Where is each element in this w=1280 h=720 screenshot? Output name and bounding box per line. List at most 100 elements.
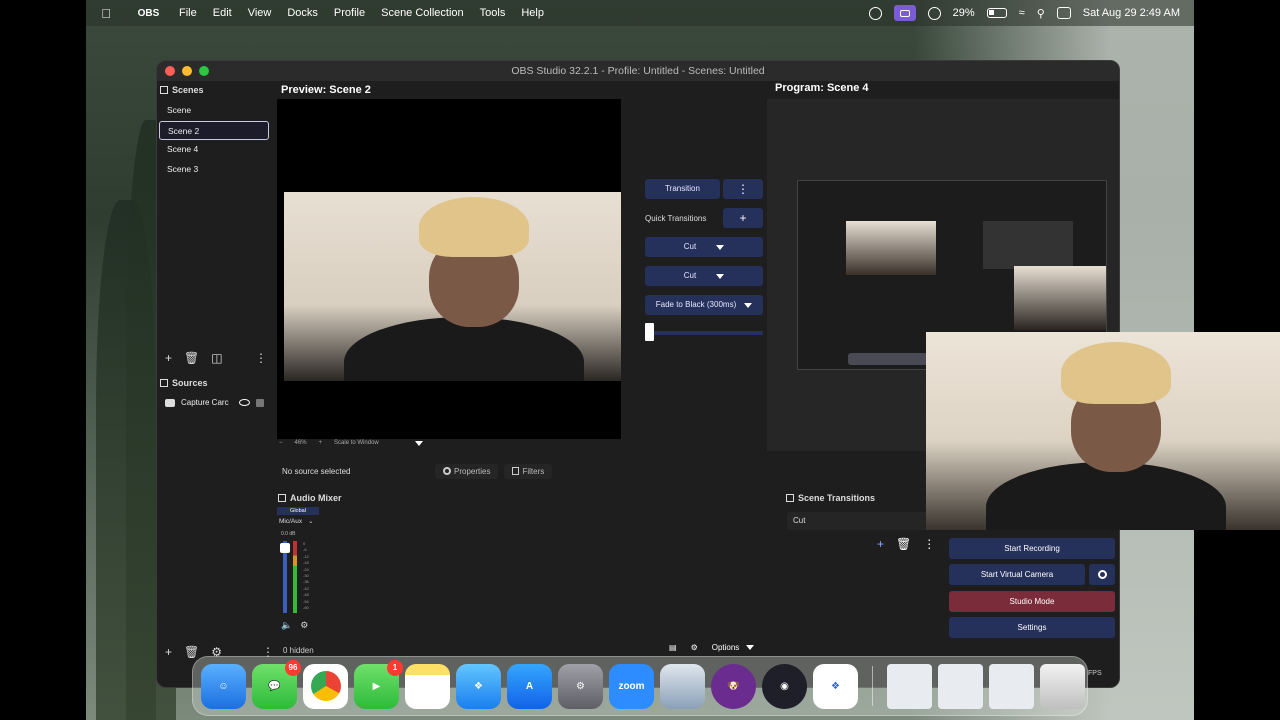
- chevron-down-icon[interactable]: [414, 440, 423, 446]
- menu-docks[interactable]: Docks: [279, 7, 326, 19]
- chevron-down-icon[interactable]: [716, 244, 725, 250]
- recent-document-icon[interactable]: [887, 663, 932, 709]
- scene-item[interactable]: Scene: [159, 101, 269, 121]
- notes-icon[interactable]: [405, 663, 450, 709]
- visibility-eye-icon[interactable]: [238, 399, 250, 406]
- obs-icon[interactable]: ◉: [762, 663, 807, 709]
- filters-button[interactable]: Filters: [504, 463, 553, 479]
- menu-file[interactable]: File: [171, 7, 205, 19]
- preview-canvas[interactable]: [277, 99, 621, 439]
- add-source-icon[interactable]: +: [165, 645, 172, 659]
- video-person-hair: [1061, 342, 1171, 404]
- properties-button[interactable]: Properties: [435, 463, 499, 479]
- start-virtual-camera-button[interactable]: Start Virtual Camera: [949, 564, 1085, 585]
- messages-badge: 96: [285, 659, 301, 676]
- zoom-in-icon[interactable]: +: [319, 440, 323, 446]
- add-quick-transition-icon[interactable]: +: [723, 208, 763, 228]
- vscode-style-icon[interactable]: ❖: [813, 663, 858, 709]
- battery-icon[interactable]: [986, 8, 1007, 18]
- mixer-channel[interactable]: Mic/Aux ⌄: [279, 517, 314, 526]
- zoom-out-icon[interactable]: −: [279, 440, 283, 446]
- speaker-icon[interactable]: 🔈: [281, 620, 292, 631]
- system-settings-icon[interactable]: ⚙: [558, 663, 603, 709]
- chevron-down-icon[interactable]: [716, 273, 725, 279]
- window-titlebar[interactable]: OBS Studio 32.2.1 - Profile: Untitled - …: [157, 61, 1119, 81]
- spotlight-search-icon[interactable]: ⚲: [1037, 7, 1045, 20]
- control-center-icon[interactable]: [1056, 7, 1071, 19]
- apple-menu-icon[interactable]: : [86, 6, 126, 21]
- remove-transition-icon[interactable]: 🗑: [896, 537, 911, 551]
- global-tab[interactable]: Global: [277, 507, 319, 515]
- more-options-icon[interactable]: ⋮: [255, 351, 267, 365]
- virtual-camera-settings-button[interactable]: [1089, 564, 1115, 585]
- dock-float-icon[interactable]: [160, 86, 168, 94]
- minimize-window-button[interactable]: [182, 66, 192, 76]
- lock-icon[interactable]: [255, 398, 264, 407]
- facetime-icon[interactable]: ▶ 1: [354, 659, 403, 709]
- app-store-icon[interactable]: A: [507, 663, 552, 709]
- volume-db: 0.0 dB: [281, 531, 296, 537]
- dog-app-icon[interactable]: 🐶: [711, 663, 756, 709]
- dock-float-icon[interactable]: [786, 494, 794, 502]
- scenes-header: Scenes: [157, 81, 273, 99]
- menu-view[interactable]: View: [240, 7, 280, 19]
- zoom-icon[interactable]: zoom: [609, 663, 654, 709]
- menu-tools[interactable]: Tools: [472, 7, 514, 19]
- menu-profile[interactable]: Profile: [326, 7, 373, 19]
- trash-icon[interactable]: [1040, 663, 1085, 709]
- transition-button[interactable]: Transition: [645, 179, 720, 199]
- transition-select[interactable]: Cut: [787, 512, 937, 530]
- obs-status-icon[interactable]: [868, 6, 882, 20]
- settings-button[interactable]: Settings: [949, 617, 1115, 638]
- start-recording-button[interactable]: Start Recording: [949, 538, 1115, 559]
- transition-slider[interactable]: [645, 323, 763, 341]
- remove-scene-icon[interactable]: 🗑: [184, 351, 199, 365]
- add-transition-icon[interactable]: +: [877, 537, 884, 551]
- scale-mode[interactable]: Scale to Window: [334, 440, 379, 446]
- scene-item[interactable]: Scene 3: [159, 160, 269, 180]
- finder-icon[interactable]: ☺: [201, 663, 246, 709]
- options-button[interactable]: Options: [712, 643, 754, 652]
- chevron-down-icon[interactable]: [744, 302, 753, 308]
- quick-transition-button[interactable]: Cut: [645, 237, 763, 257]
- menu-app-name[interactable]: OBS: [126, 0, 171, 36]
- camera-overlay-window[interactable]: [926, 332, 1280, 530]
- scene-filters-icon[interactable]: ◫: [211, 351, 222, 365]
- channel-settings-icon[interactable]: ⚙: [300, 620, 308, 631]
- remove-source-icon[interactable]: 🗑: [184, 645, 199, 659]
- letterbox-left: [0, 0, 86, 720]
- advanced-audio-icon[interactable]: ⚙: [691, 643, 698, 652]
- recent-document-icon[interactable]: [989, 663, 1034, 709]
- dock-float-icon[interactable]: [278, 494, 286, 502]
- transition-slider-handle[interactable]: [645, 323, 654, 341]
- add-scene-icon[interactable]: +: [165, 351, 172, 365]
- recent-document-icon[interactable]: [938, 663, 983, 709]
- volume-fader-knob[interactable]: [280, 543, 290, 553]
- chevron-down-icon[interactable]: ⌄: [308, 517, 313, 525]
- layout-toggle-icon[interactable]: ▤: [669, 643, 677, 652]
- scene-item-selected[interactable]: Scene 2: [159, 120, 269, 140]
- grammarly-icon[interactable]: [927, 6, 941, 20]
- preview-video-frame[interactable]: [284, 192, 621, 381]
- messages-icon[interactable]: 💬 96: [252, 659, 301, 709]
- menu-scene-collection[interactable]: Scene Collection: [373, 7, 472, 19]
- preview-app-icon[interactable]: [660, 663, 705, 709]
- more-options-icon[interactable]: ⋮: [923, 537, 935, 551]
- quick-transition-button[interactable]: Cut: [645, 266, 763, 286]
- scene-item[interactable]: Scene 4: [159, 140, 269, 160]
- wifi-icon[interactable]: ≈: [1019, 7, 1025, 19]
- chrome-icon[interactable]: [303, 663, 348, 709]
- close-window-button[interactable]: [165, 66, 175, 76]
- transition-slider-track[interactable]: [645, 331, 763, 335]
- screen-mirroring-icon[interactable]: [893, 5, 916, 21]
- menu-clock[interactable]: Sat Aug 29 2:49 AM: [1083, 7, 1180, 19]
- studio-mode-button[interactable]: Studio Mode: [949, 591, 1115, 612]
- safari-icon[interactable]: ❖: [456, 663, 501, 709]
- transition-options-icon[interactable]: ⋮: [723, 179, 763, 199]
- dock-float-icon[interactable]: [160, 379, 168, 387]
- source-item[interactable]: Capture Carc: [157, 398, 273, 407]
- menu-help[interactable]: Help: [513, 7, 552, 19]
- zoom-window-button[interactable]: [199, 66, 209, 76]
- quick-transition-button[interactable]: Fade to Black (300ms): [645, 295, 763, 315]
- menu-edit[interactable]: Edit: [205, 7, 240, 19]
